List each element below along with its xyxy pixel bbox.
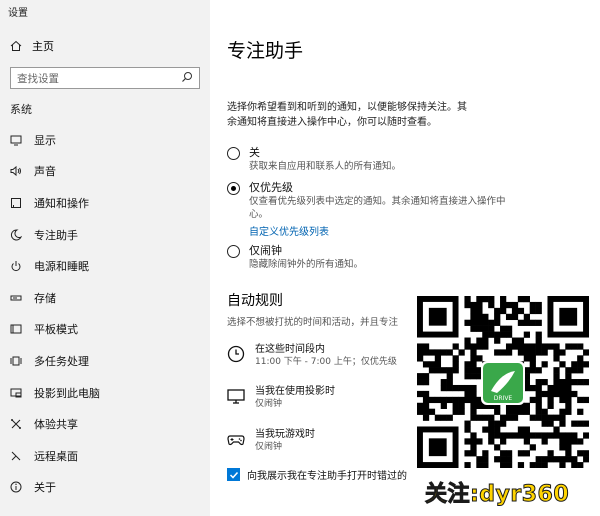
- rules-title: 自动规则: [227, 293, 283, 309]
- checkbox-label: 向我展示我在专注助手打开时错过的: [247, 471, 407, 482]
- display-icon: [10, 134, 22, 146]
- sidebar-item-label: 远程桌面: [34, 449, 78, 463]
- sidebar-item-label: 电源和睡眠: [34, 260, 89, 274]
- option-priority-only[interactable]: 仅优先级 仅查看优先级列表中选定的通知。其余通知将直接进入操作中心。 自定义优先…: [227, 181, 519, 238]
- search-placeholder: 查找设置: [17, 72, 59, 85]
- sidebar-item-label: 显示: [34, 133, 56, 147]
- window-title: 设置: [8, 8, 28, 19]
- sidebar-item-storage[interactable]: 存储: [0, 282, 210, 314]
- sidebar-item-label: 声音: [34, 165, 56, 179]
- option-desc: 隐藏除闹钟外的所有通知。: [249, 259, 364, 270]
- sidebar-item-label: 多任务处理: [34, 354, 89, 368]
- home-label: 主页: [32, 40, 54, 53]
- option-title: 关: [249, 146, 260, 159]
- sidebar-item-label: 通知和操作: [34, 196, 89, 210]
- option-off[interactable]: 关 获取来自应用和联系人的所有通知。: [227, 146, 519, 173]
- radio-alarms-only[interactable]: [227, 245, 240, 258]
- rule-gaming[interactable]: 当我玩游戏时 仅闹钟: [227, 428, 315, 453]
- home-icon: [10, 40, 22, 52]
- multitask-icon: [10, 355, 22, 367]
- rule-time[interactable]: 在这些时间段内 11:00 下午 - 7:00 上午；仅优先级: [227, 343, 397, 368]
- sidebar-item-share[interactable]: 体验共享: [0, 408, 210, 440]
- sidebar-item-label: 投影到此电脑: [34, 386, 100, 400]
- rule-subtitle: 仅闹钟: [255, 399, 283, 409]
- rule-title: 当我玩游戏时: [255, 429, 315, 440]
- option-title: 仅闹钟: [249, 244, 282, 257]
- sidebar-item-remote[interactable]: 远程桌面: [0, 440, 210, 472]
- watermark: 关注:dyr360: [424, 482, 570, 508]
- option-desc: 获取来自应用和联系人的所有通知。: [249, 161, 402, 172]
- rule-projecting[interactable]: 当我在使用投影时 仅闹钟: [227, 385, 335, 410]
- qr-code: DRIVE: [417, 296, 590, 469]
- radio-off[interactable]: [227, 147, 240, 160]
- tablet-icon: [10, 323, 22, 335]
- show-missed-checkbox[interactable]: [227, 468, 240, 481]
- sidebar-item-display[interactable]: 显示: [0, 124, 210, 156]
- customize-priority-link[interactable]: 自定义优先级列表: [249, 223, 519, 238]
- sidebar-item-tablet[interactable]: 平板模式: [0, 314, 210, 346]
- sidebar-item-about[interactable]: 关于: [0, 472, 210, 504]
- storage-icon: [10, 292, 22, 304]
- sidebar-item-label: 专注助手: [34, 228, 78, 242]
- sidebar-item-project[interactable]: 投影到此电脑: [0, 377, 210, 409]
- page-title: 专注助手: [227, 40, 304, 62]
- sidebar-item-home[interactable]: 主页: [10, 38, 54, 54]
- gamepad-icon: [227, 430, 245, 448]
- rule-subtitle: 11:00 下午 - 7:00 上午；仅优先级: [255, 357, 397, 367]
- sidebar-item-label: 关于: [34, 481, 56, 495]
- clock-icon: [227, 345, 245, 363]
- sidebar-item-label: 平板模式: [34, 323, 78, 337]
- sidebar-item-label: 体验共享: [34, 418, 78, 432]
- search-icon[interactable]: [181, 71, 193, 86]
- option-alarms-only[interactable]: 仅闹钟 隐藏除闹钟外的所有通知。: [227, 244, 519, 271]
- qr-logo-text: DRIVE: [494, 395, 513, 402]
- share-icon: [10, 418, 22, 430]
- sidebar-item-focus-assist[interactable]: 专注助手: [0, 219, 210, 251]
- qr-logo: DRIVE: [481, 361, 525, 405]
- remote-icon: [10, 450, 22, 462]
- sidebar-item-sound[interactable]: 声音: [0, 156, 210, 188]
- monitor-icon: [227, 387, 245, 405]
- section-label: 系统: [10, 103, 32, 116]
- show-missed-checkbox-row[interactable]: 向我展示我在专注助手打开时错过的: [227, 467, 407, 482]
- sidebar-item-label: 存储: [34, 291, 56, 305]
- sidebar: 设置 主页 查找设置 系统 显示 声音 通知和操作 专注助手 电源和睡眠 存储 …: [0, 0, 210, 516]
- search-input[interactable]: 查找设置: [10, 67, 200, 89]
- sidebar-item-power[interactable]: 电源和睡眠: [0, 250, 210, 282]
- notification-icon: [10, 197, 22, 209]
- speaker-icon: [10, 165, 22, 177]
- sidebar-item-multitask[interactable]: 多任务处理: [0, 345, 210, 377]
- option-title: 仅优先级: [249, 181, 293, 194]
- page-description: 选择你希望看到和听到的通知，以便能够保持关注。其余通知将直接进入操作中心，你可以…: [227, 102, 467, 128]
- sidebar-nav: 显示 声音 通知和操作 专注助手 电源和睡眠 存储 平板模式 多任务处理 投影到…: [0, 124, 210, 503]
- rule-subtitle: 仅闹钟: [255, 442, 283, 452]
- rule-title: 当我在使用投影时: [255, 386, 335, 397]
- rules-description: 选择不想被打扰的时间和活动，并且专注: [227, 317, 399, 328]
- project-icon: [10, 387, 22, 399]
- option-desc: 仅查看优先级列表中选定的通知。其余通知将直接进入操作中心。: [249, 196, 506, 220]
- power-icon: [10, 260, 22, 272]
- rule-title: 在这些时间段内: [255, 344, 325, 355]
- info-icon: [10, 481, 22, 493]
- radio-priority-only[interactable]: [227, 182, 240, 195]
- sidebar-item-notifications[interactable]: 通知和操作: [0, 187, 210, 219]
- moon-icon: [10, 229, 22, 241]
